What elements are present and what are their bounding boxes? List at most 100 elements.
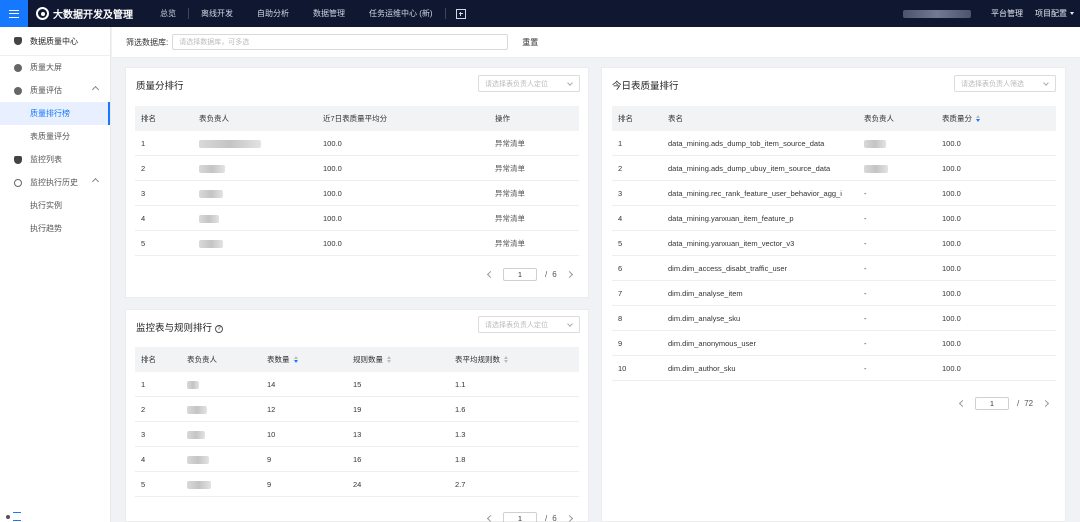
nav-data-management[interactable]: 数据管理 bbox=[301, 0, 357, 27]
owner-cell: - bbox=[864, 288, 867, 298]
anomaly-list-link[interactable]: 异常清单 bbox=[489, 213, 579, 224]
redacted-owner bbox=[199, 189, 223, 198]
nav-offline-dev[interactable]: 离线开发 bbox=[189, 0, 245, 27]
next-page-icon[interactable] bbox=[1042, 399, 1050, 408]
sidebar-item-quality-screen[interactable]: 质量大屏 bbox=[0, 56, 110, 79]
project-config-menu[interactable]: 项目配置 bbox=[1029, 8, 1080, 19]
table-row: 5 data_mining.yanxuan_item_vector_v3 - 1… bbox=[612, 231, 1056, 256]
sort-icon bbox=[387, 356, 391, 363]
owner-cell bbox=[193, 138, 317, 148]
score-cell: 100.0 bbox=[323, 213, 342, 223]
sidebar-item-quality-leaderboard[interactable]: 质量排行榜 bbox=[0, 102, 110, 125]
add-tab-icon[interactable] bbox=[455, 8, 466, 19]
nav-overview[interactable]: 总览 bbox=[148, 0, 188, 27]
clock-icon bbox=[14, 178, 22, 187]
nav-task-ops-center[interactable]: 任务运维中心 (新) bbox=[357, 0, 445, 27]
rank-cell: 1 bbox=[141, 138, 146, 148]
sidebar-item-execution-instances[interactable]: 执行实例 bbox=[0, 194, 110, 217]
table-name-cell: data_mining.yanxuan_item_feature_p bbox=[668, 213, 794, 223]
owner-locate-select[interactable]: 请选择表负责人定位 bbox=[478, 75, 580, 92]
redacted-owner bbox=[199, 239, 223, 248]
brand-logo[interactable]: 大数据开发及管理 bbox=[36, 6, 134, 21]
user-account[interactable] bbox=[903, 9, 971, 18]
col-rule-count-label: 规则数量 bbox=[353, 355, 383, 364]
anomaly-list-link[interactable]: 异常清单 bbox=[489, 163, 579, 174]
chevron-down-icon bbox=[1043, 80, 1049, 86]
anomaly-list-link[interactable]: 异常清单 bbox=[489, 238, 579, 249]
col-rule-count[interactable]: 规则数量 bbox=[347, 354, 449, 365]
col-quality-score[interactable]: 表质量分 bbox=[936, 113, 1056, 124]
table-name-cell: data_mining.yanxuan_item_vector_v3 bbox=[668, 238, 795, 248]
sidebar-item-execution-trend[interactable]: 执行趋势 bbox=[0, 217, 110, 240]
table-name-cell: dim.dim_access_disabt_traffic_user bbox=[668, 263, 788, 273]
card-title-wrap: 监控表与规则排行? bbox=[136, 320, 224, 334]
hamburger-icon bbox=[9, 9, 19, 18]
dashboard-icon bbox=[14, 63, 22, 72]
platform-management-link[interactable]: 平台管理 bbox=[985, 8, 1029, 19]
owner-cell: - bbox=[864, 363, 867, 373]
table-count-cell: 9 bbox=[267, 479, 272, 489]
page-number-input[interactable]: 1 bbox=[503, 512, 537, 522]
sort-icon bbox=[504, 356, 508, 363]
redacted-owner bbox=[864, 139, 886, 148]
page-number-input[interactable]: 1 bbox=[975, 397, 1009, 410]
rank-cell: 2 bbox=[141, 163, 146, 173]
col-owner: 表负责人 bbox=[864, 114, 894, 123]
redacted-owner bbox=[187, 380, 199, 389]
menu-toggle-button[interactable] bbox=[0, 0, 28, 27]
col-avg-rules-label: 表平均规则数 bbox=[455, 355, 500, 364]
owner-cell: - bbox=[864, 213, 867, 223]
sidebar-item-table-quality-score[interactable]: 表质量评分 bbox=[0, 125, 110, 148]
owner-cell bbox=[193, 213, 317, 223]
page-total: 72 bbox=[1024, 399, 1034, 408]
top-navbar: 大数据开发及管理 总览 离线开发 自助分析 数据管理 任务运维中心 (新) 平台… bbox=[0, 0, 1080, 27]
anomaly-list-link[interactable]: 异常清单 bbox=[489, 188, 579, 199]
redacted-owner bbox=[864, 164, 888, 173]
col-table-count-label: 表数量 bbox=[267, 355, 290, 364]
database-filter-input[interactable] bbox=[172, 34, 509, 50]
page-number-input[interactable]: 1 bbox=[503, 268, 537, 281]
prev-page-icon[interactable] bbox=[486, 514, 495, 522]
table-row: 2 data_mining.ads_dump_ubuy_item_source_… bbox=[612, 156, 1056, 181]
owner-filter-select[interactable]: 请选择表负责人筛选 bbox=[954, 75, 1056, 92]
collapse-sidebar-icon[interactable] bbox=[6, 512, 21, 521]
table-row: 6 dim.dim_access_disabt_traffic_user - 1… bbox=[612, 256, 1056, 281]
rank-cell: 4 bbox=[141, 454, 146, 464]
sidebar-item-monitor-list[interactable]: 监控列表 bbox=[0, 148, 110, 171]
quality-score-cell: 100.0 bbox=[942, 188, 961, 198]
sidebar-item-quality-assessment[interactable]: 质量评估 bbox=[0, 79, 110, 102]
rule-count-cell: 15 bbox=[353, 379, 362, 389]
col-table-count[interactable]: 表数量 bbox=[261, 354, 347, 365]
col-avg-rules[interactable]: 表平均规则数 bbox=[449, 354, 579, 365]
sidebar-item-monitor-history[interactable]: 监控执行历史 bbox=[0, 171, 110, 194]
redacted-owner bbox=[199, 139, 261, 148]
prev-page-icon[interactable] bbox=[958, 399, 967, 408]
table-count-cell: 14 bbox=[267, 379, 276, 389]
table-row: 4 9 16 1.8 bbox=[135, 447, 579, 472]
page-separator: / bbox=[545, 514, 548, 522]
prev-page-icon[interactable] bbox=[486, 270, 495, 279]
owner-cell bbox=[858, 163, 936, 173]
help-icon[interactable]: ? bbox=[215, 325, 224, 333]
chevron-down-icon bbox=[1070, 12, 1074, 16]
nav-self-analysis[interactable]: 自助分析 bbox=[245, 0, 301, 27]
monitor-rule-rank-card: 监控表与规则排行? 请选择表负责人定位 排名 表负责人 表数量 规则数量 表平均… bbox=[125, 309, 589, 522]
next-page-icon[interactable] bbox=[565, 514, 573, 522]
avg-rules-cell: 1.8 bbox=[455, 454, 466, 464]
anomaly-list-link[interactable]: 异常清单 bbox=[489, 138, 579, 149]
rank-cell: 5 bbox=[618, 238, 623, 248]
score-cell: 100.0 bbox=[323, 238, 342, 248]
quality-rank-table: 排名 表负责人 近7日表质量平均分 操作 1 100.0 异常清单 2 100.… bbox=[135, 106, 579, 256]
main-nav: 总览 离线开发 自助分析 数据管理 任务运维中心 (新) bbox=[148, 0, 466, 27]
reset-button[interactable]: 重置 bbox=[522, 37, 538, 48]
next-page-icon[interactable] bbox=[565, 270, 573, 279]
today-rank-table: 排名 表名 表负责人 表质量分 1 data_mining.ads_dump_t… bbox=[612, 106, 1056, 381]
quality-score-cell: 100.0 bbox=[942, 138, 961, 148]
table-row: 4 100.0 异常清单 bbox=[135, 206, 579, 231]
redacted-owner bbox=[187, 480, 211, 489]
col-quality-score-label: 表质量分 bbox=[942, 114, 972, 123]
chevron-down-icon bbox=[567, 80, 573, 86]
owner-locate-select[interactable]: 请选择表负责人定位 bbox=[478, 316, 580, 333]
col-action: 操作 bbox=[495, 114, 510, 123]
rank-cell: 9 bbox=[618, 338, 623, 348]
